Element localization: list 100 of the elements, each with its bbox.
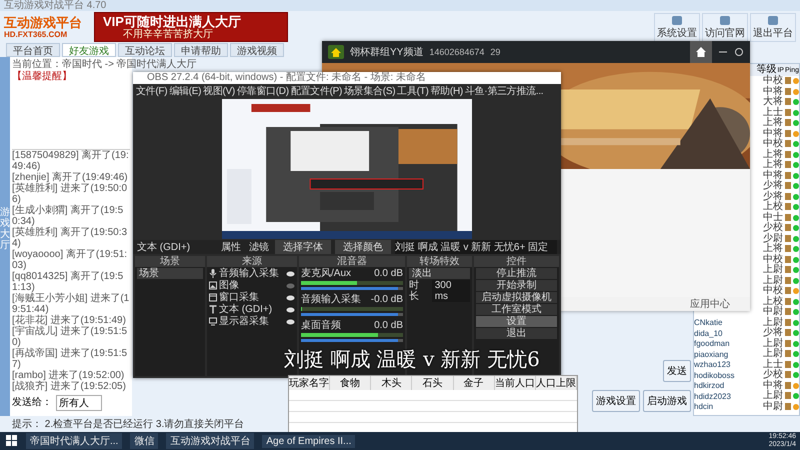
column-header: 当前人口 <box>494 376 536 390</box>
start-icon[interactable] <box>6 435 18 447</box>
app-center-label[interactable]: 应用中心 <box>690 297 730 311</box>
player-rank: 上士 <box>763 108 783 118</box>
player-rank: 少将 <box>763 328 783 338</box>
player-rank: 上尉 <box>763 338 783 349</box>
player-rank: 上将 <box>763 160 783 170</box>
source-item[interactable]: 音频输入采集 <box>219 268 284 279</box>
channel-name: 麦克风/Aux <box>301 268 352 279</box>
player-name[interactable]: dida_10 <box>694 328 722 338</box>
menu-item[interactable]: 编辑(E) <box>169 84 202 98</box>
menu-item[interactable]: 停靠窗口(D) <box>236 84 289 98</box>
dock-header: 转场特效 <box>407 256 472 267</box>
player-rank: 中尉 <box>763 307 783 318</box>
source-item[interactable]: 窗口采集 <box>219 292 284 303</box>
filters-button[interactable]: 滤镜 <box>247 240 271 254</box>
source-item[interactable]: 文本 (GDI+) <box>219 304 284 315</box>
source-item[interactable]: 图像 <box>219 280 284 291</box>
chat-message: [海贼王小芳小姐] 进来了(19:51:44) <box>12 293 130 315</box>
player-name[interactable]: piaoxiang <box>694 350 728 359</box>
logo: 互动游戏平台 HD.FXT365.COM <box>4 16 83 38</box>
transition-dropdown[interactable]: 淡出 <box>409 268 470 279</box>
channel-name: 翎杯群组YY频道 <box>350 46 424 59</box>
dock-header: 混音器 <box>299 256 405 267</box>
vip-banner[interactable]: VIP可随时进出满人大厅 不用辛辛苦苦挤大厅 <box>94 12 288 42</box>
eye-icon[interactable] <box>286 270 295 276</box>
player-rank: 少将 <box>763 181 783 192</box>
chat-message: [花非花] 进来了(19:51:49) <box>12 315 127 326</box>
tab[interactable]: 申请帮助 <box>174 43 228 57</box>
toolbar-icon <box>767 14 779 26</box>
control-button[interactable]: 工作室模式 <box>476 304 557 315</box>
player-name[interactable]: CNkatie <box>694 318 722 328</box>
player-rank: 少尉 <box>763 234 783 244</box>
control-button[interactable]: 开始录制 <box>476 280 557 291</box>
control-button[interactable]: 退出 <box>476 328 557 339</box>
player-name[interactable]: hdidz2023 <box>694 392 731 401</box>
column-header: 食物 <box>330 376 372 390</box>
control-button[interactable]: 停止推流 <box>476 268 557 279</box>
eye-icon[interactable] <box>286 306 295 312</box>
color-button[interactable]: 选择颜色 <box>335 240 391 254</box>
game-settings-button[interactable]: 游戏设置 <box>592 390 640 412</box>
duration-field[interactable]: 300 ms <box>432 280 470 302</box>
properties-button[interactable]: 属性 <box>219 240 243 254</box>
player-rank: 上校 <box>763 296 783 307</box>
player-name[interactable]: hdkirzod <box>694 381 724 390</box>
text-field[interactable]: 刘挺 啊成 温暖 v 新新 无忧6+ 固定 <box>395 240 557 254</box>
send-button[interactable]: 发送 <box>663 360 691 382</box>
home-icon[interactable] <box>690 41 712 63</box>
tab[interactable]: 互动论坛 <box>118 43 172 57</box>
taskbar-item[interactable]: 互动游戏对战平台 <box>166 433 254 449</box>
scene-item[interactable]: 场景 <box>137 268 203 279</box>
chat-message: [英雄胜利] 离开了(19:50:34) <box>12 227 128 249</box>
chat-message: [rambo] 进来了(19:52:00) <box>12 370 126 381</box>
player-rank: 上校 <box>763 202 783 212</box>
tab[interactable]: 好友游戏 <box>62 43 116 57</box>
channel-id: 14602684674 <box>429 47 484 57</box>
control-button[interactable]: 设置 <box>476 316 557 327</box>
player-name[interactable]: fgoodman <box>694 339 730 348</box>
player-rank: 中尉 <box>763 402 783 412</box>
volume-slider[interactable] <box>301 287 398 290</box>
volume-reading: 0.0 dB <box>374 320 403 331</box>
control-button[interactable]: 启动虚拟摄像机 <box>476 292 557 303</box>
player-rank: 中将 <box>763 128 783 139</box>
recipient-dropdown[interactable]: 所有人 <box>56 395 102 411</box>
player-rank: 上将 <box>763 118 783 128</box>
player-rank: 上尉 <box>763 265 783 276</box>
player-rank: 少将 <box>763 192 783 202</box>
toolbar-button[interactable]: 系统设置 <box>654 12 700 42</box>
player-name[interactable]: wzhao123 <box>694 360 730 370</box>
player-rank: 中校 <box>763 286 783 296</box>
taskbar-item[interactable]: Age of Empires II... <box>262 434 356 448</box>
column-header: 等级 <box>756 64 776 75</box>
taskbar-item[interactable]: 微信 <box>130 433 158 449</box>
menu-item[interactable]: 视图(V) <box>203 84 235 98</box>
duration-label: 时长 <box>409 280 420 302</box>
player-rank: 中将 <box>763 170 783 181</box>
player-name[interactable]: hdcin <box>694 402 714 412</box>
dock-header: 场景 <box>135 256 205 267</box>
taskbar-item[interactable]: 帝国时代满人大厅... <box>26 433 122 449</box>
toolbar-button[interactable]: 访问官网 <box>702 12 748 42</box>
image-icon <box>209 281 217 290</box>
player-rank: 上尉 <box>763 349 783 360</box>
notice-text: 【温馨提醒】 <box>12 71 73 83</box>
font-button[interactable]: 选择字体 <box>275 240 331 254</box>
player-name[interactable]: hodikoboss <box>694 370 734 380</box>
launch-game-button[interactable]: 启动游戏 <box>643 390 691 412</box>
menu-item[interactable]: 文件(F) <box>136 84 168 98</box>
toolbar-icon <box>671 14 683 26</box>
eye-icon[interactable] <box>286 318 295 324</box>
member-count: 29 <box>490 47 500 57</box>
chat-message: [zhenjie] 离开了(19:49:46) <box>12 172 129 183</box>
column-header: 石头 <box>412 376 454 390</box>
tab[interactable]: 平台首页 <box>6 43 60 57</box>
tab[interactable]: 游戏视频 <box>230 43 284 57</box>
source-item[interactable]: 显示器采集 <box>219 316 284 327</box>
volume-slider[interactable] <box>301 313 398 316</box>
volume-slider[interactable] <box>301 339 398 342</box>
channel-name: 音频输入采集 <box>301 294 361 305</box>
toolbar-button[interactable]: 退出平台 <box>750 12 796 42</box>
eye-icon[interactable] <box>286 294 295 300</box>
